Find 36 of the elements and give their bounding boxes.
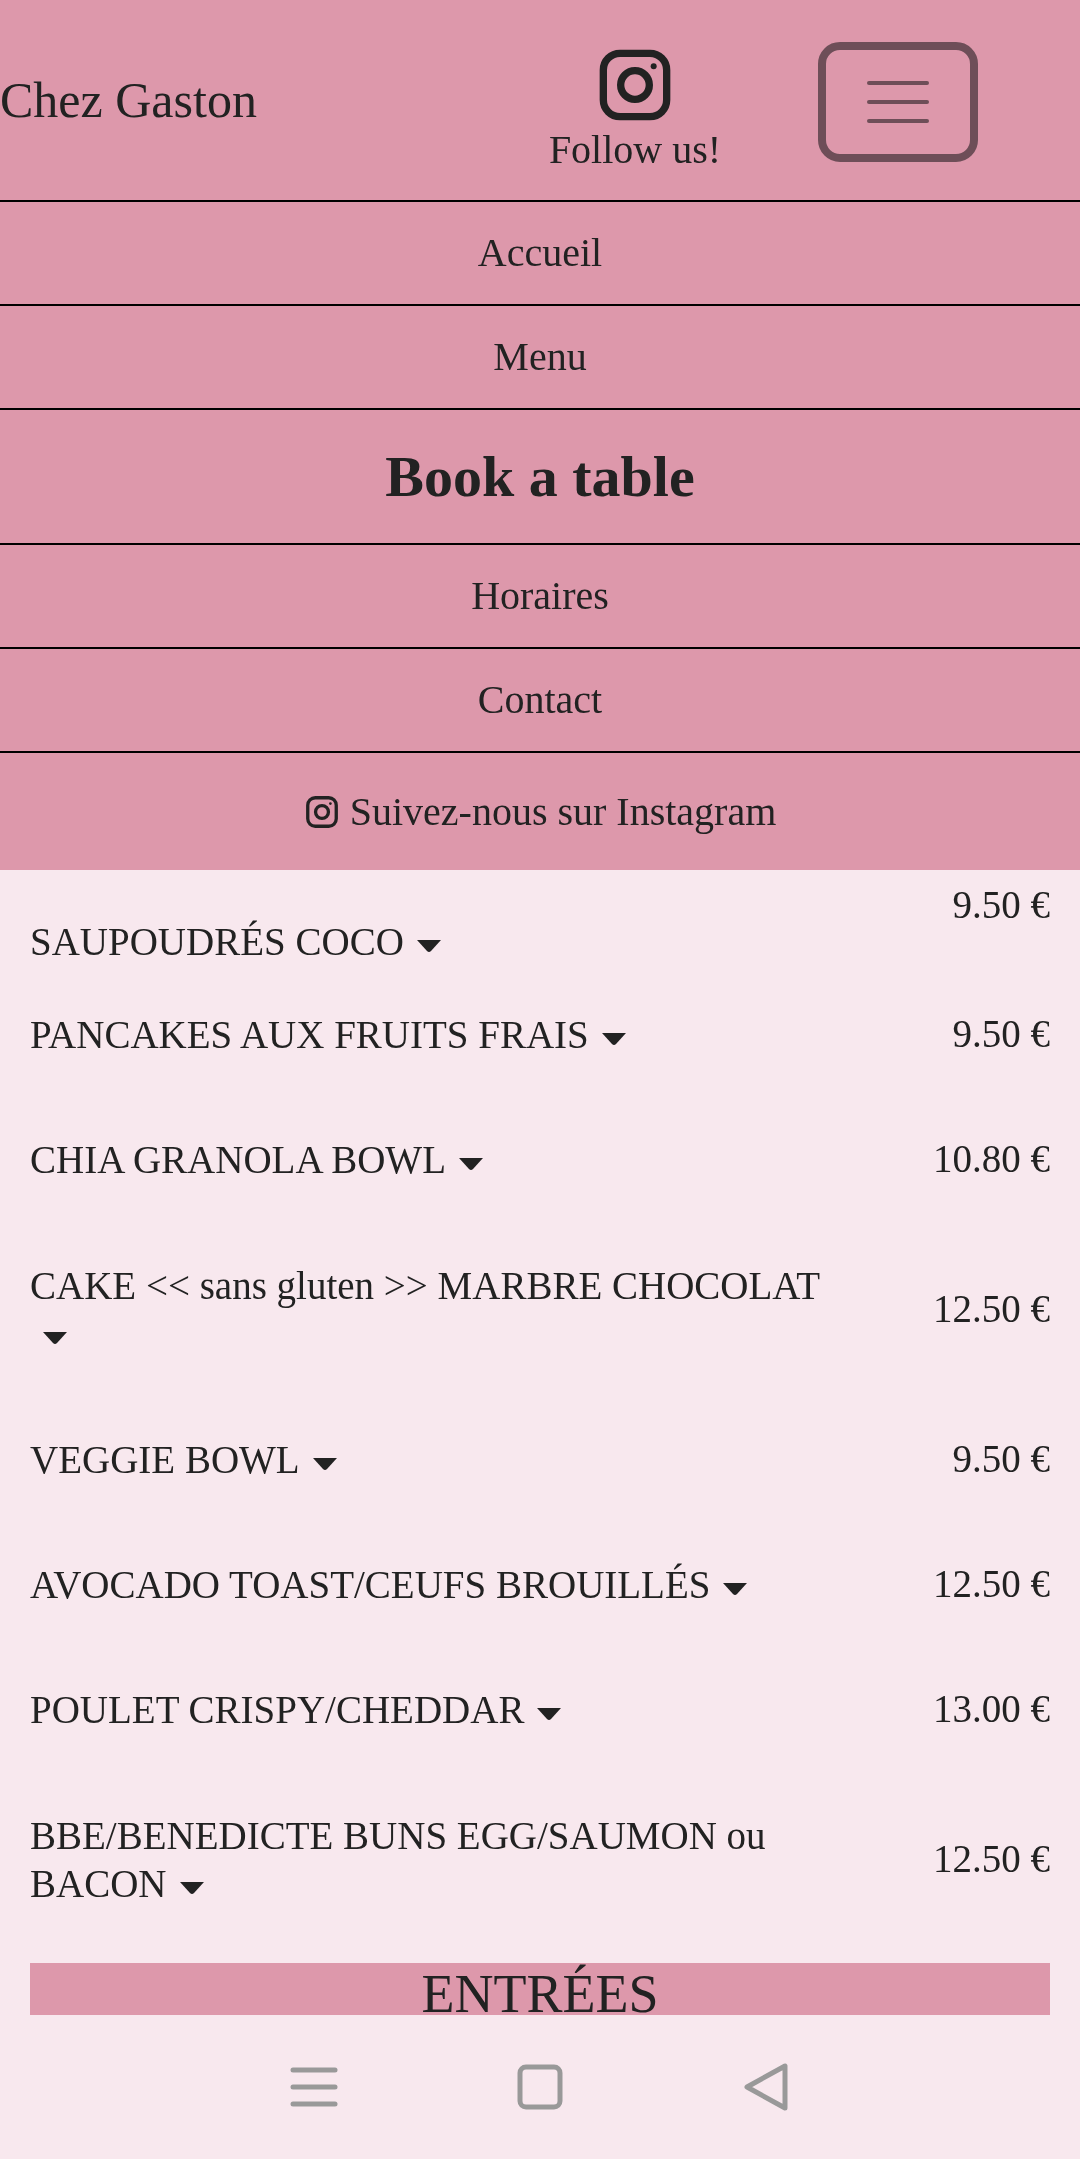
nav-link[interactable]: Accueil [0,202,1080,306]
caret-icon[interactable] [600,1031,627,1046]
menu-item-price: 12.50 € [933,1836,1050,1883]
menu-item-name[interactable]: PANCAKES AUX FRUITS FRAIS [30,1010,627,1059]
menu-item-name[interactable]: SAUPOUDRÉS COCO [30,918,442,966]
menu-item-price: 12.50 € [933,1286,1050,1333]
caret-icon[interactable] [415,939,442,954]
menu-item-price: 12.50 € [933,1561,1050,1608]
menu-item-price: 9.50 € [952,882,1050,928]
nav-link[interactable]: Book a table [0,410,1080,545]
section-heading: ENTRÉES [421,1963,659,2015]
menu-icon [866,78,930,126]
caret-icon[interactable] [722,1581,749,1596]
menu-item-name[interactable]: BBE/BENEDICTE BUNS EGG/SAUMON ou BACON [30,1811,830,1908]
caret-icon[interactable] [178,1880,205,1895]
follow-text[interactable]: Follow us! [548,125,722,175]
menu-item-price: 9.50 € [952,1436,1050,1483]
menu-item-price: 9.50 € [952,1011,1050,1058]
menu-button[interactable] [818,42,978,162]
nav-link[interactable]: Menu [0,306,1080,410]
caret-icon[interactable] [311,1456,338,1471]
instagram-link[interactable]: Suivez-nous sur Instagram [0,753,1080,870]
caret-icon[interactable] [536,1706,563,1721]
menu-item-price: 10.80 € [933,1136,1050,1183]
menu-item-name[interactable]: CAKE << sans gluten >> MARBRE CHOCOLAT [30,1261,830,1358]
nav-link[interactable]: Horaires [0,545,1080,649]
caret-icon[interactable] [458,1156,484,1171]
menu-item-name[interactable]: AVOCADO TOAST/CEUFS BROUILLÉS [30,1560,749,1609]
nav-link[interactable]: Contact [0,649,1080,753]
brand-name[interactable]: Chez Gaston [0,62,540,138]
menu-item-name[interactable]: CHIA GRANOLA BOWL [30,1135,484,1184]
menu-item-price: 13.00 € [933,1686,1050,1733]
instagram-icon[interactable] [303,793,340,830]
menu-item-name[interactable]: VEGGIE BOWL [30,1435,338,1484]
menu-item-name[interactable]: POULET CRISPY/CHEDDAR [30,1685,563,1734]
caret-icon[interactable] [42,1330,68,1345]
